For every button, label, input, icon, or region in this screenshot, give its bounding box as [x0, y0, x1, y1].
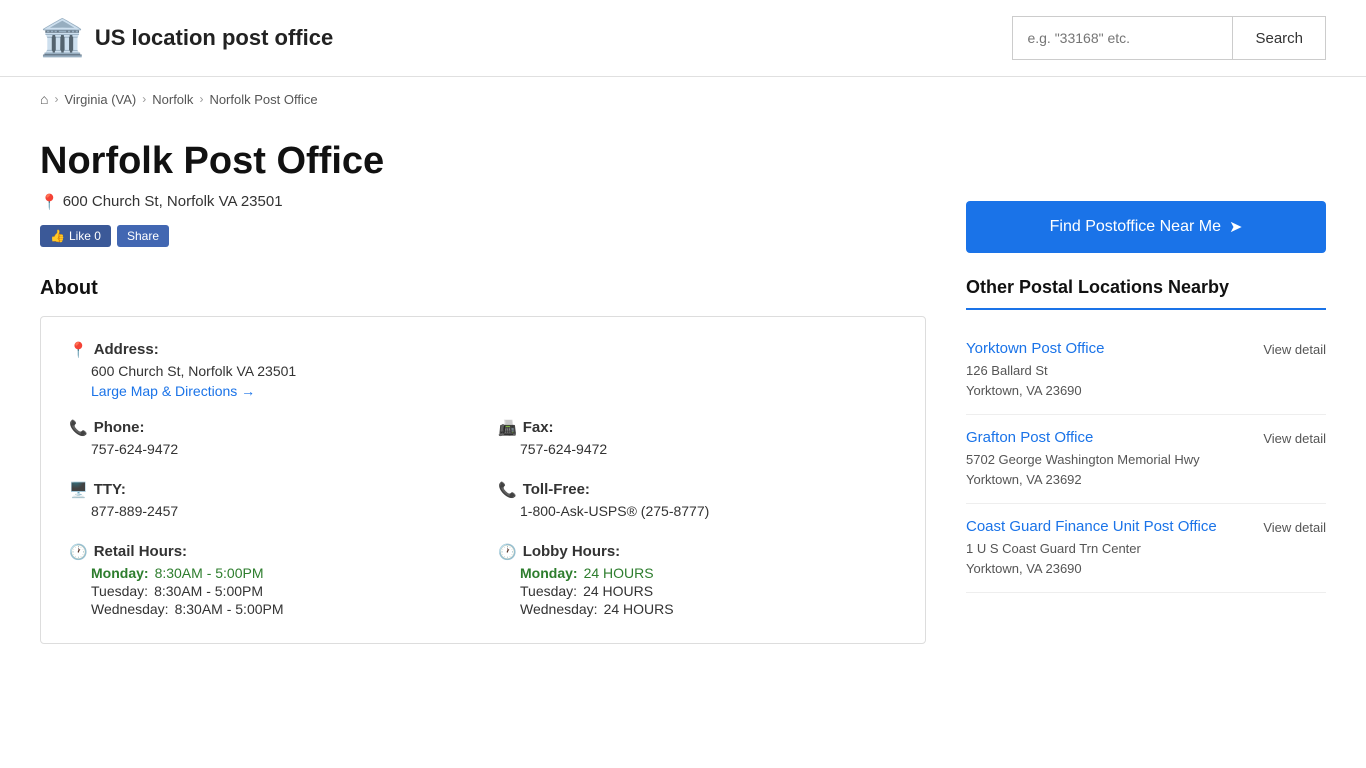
- home-icon: ⌂: [40, 91, 48, 107]
- breadcrumb-sep-1: ›: [54, 92, 58, 106]
- nearby-item-yorktown: Yorktown Post Office 126 Ballard St York…: [966, 326, 1326, 415]
- retail-hours-group: 🕐 Retail Hours: Monday: 8:30AM - 5:00PM …: [69, 543, 468, 619]
- nearby-addr-yorktown: 126 Ballard St Yorktown, VA 23690: [966, 361, 1253, 400]
- nearby-info-coastguard: Coast Guard Finance Unit Post Office 1 U…: [966, 518, 1253, 578]
- address-pin-icon: 📍: [69, 341, 88, 359]
- phone-group: 📞 Phone: 757-624-9472: [69, 419, 468, 461]
- fax-icon: 📠: [498, 419, 517, 437]
- address-value: 600 Church St, Norfolk VA 23501: [69, 363, 897, 379]
- fax-group: 📠 Fax: 757-624-9472: [498, 419, 897, 461]
- header: 🏛️ US location post office Search: [0, 0, 1366, 77]
- directions-link[interactable]: Large Map & Directions →: [69, 383, 255, 399]
- nearby-name-yorktown[interactable]: Yorktown Post Office: [966, 340, 1253, 357]
- lobby-wednesday-label: Wednesday:: [520, 601, 598, 617]
- retail-tuesday-label: Tuesday:: [91, 583, 148, 599]
- view-detail-coastguard[interactable]: View detail: [1263, 518, 1326, 535]
- tty-value: 877-889-2457: [69, 503, 468, 519]
- address-section: 📍 Address: 600 Church St, Norfolk VA 235…: [69, 341, 897, 399]
- facebook-share-button[interactable]: Share: [117, 225, 169, 247]
- nearby-info-yorktown: Yorktown Post Office 126 Ballard St York…: [966, 340, 1253, 400]
- retail-wednesday-label: Wednesday:: [91, 601, 169, 617]
- find-btn-label: Find Postoffice Near Me: [1050, 218, 1221, 236]
- nearby-title: Other Postal Locations Nearby: [966, 277, 1326, 310]
- lobby-hours-tuesday: Tuesday: 24 HOURS: [520, 583, 897, 599]
- tollfree-value: 1-800-Ask-USPS® (275-8777): [498, 503, 897, 519]
- tty-label: 🖥️ TTY:: [69, 481, 468, 499]
- search-input[interactable]: [1012, 16, 1232, 60]
- info-grid: 📞 Phone: 757-624-9472 📠 Fax: 757-624-947…: [69, 419, 897, 619]
- nearby-info-grafton: Grafton Post Office 5702 George Washingt…: [966, 429, 1253, 489]
- phone-value: 757-624-9472: [69, 441, 468, 457]
- sidebar: Find Postoffice Near Me ➤ Other Postal L…: [966, 141, 1326, 644]
- site-logo[interactable]: 🏛️ US location post office: [40, 20, 333, 56]
- main-container: Norfolk Post Office 📍 600 Church St, Nor…: [0, 121, 1366, 684]
- search-area: Search: [1012, 16, 1326, 60]
- tollfree-label: 📞 Toll-Free:: [498, 481, 897, 499]
- lobby-wednesday-hours: 24 HOURS: [604, 601, 674, 617]
- nearby-name-grafton[interactable]: Grafton Post Office: [966, 429, 1253, 446]
- page-address: 📍 600 Church St, Norfolk VA 23501: [40, 193, 926, 211]
- retail-clock-icon: 🕐: [69, 543, 88, 561]
- site-title: US location post office: [95, 25, 333, 51]
- retail-hours-monday: Monday: 8:30AM - 5:00PM: [91, 565, 468, 581]
- view-detail-grafton[interactable]: View detail: [1263, 429, 1326, 446]
- retail-hours-label: 🕐 Retail Hours:: [69, 543, 468, 561]
- breadcrumb-current: Norfolk Post Office: [209, 92, 317, 107]
- retail-monday-label: Monday:: [91, 565, 149, 581]
- lobby-hours-label: 🕐 Lobby Hours:: [498, 543, 897, 561]
- social-buttons: 👍 Like 0 Share: [40, 225, 926, 247]
- tollfree-group: 📞 Toll-Free: 1-800-Ask-USPS® (275-8777): [498, 481, 897, 523]
- view-detail-yorktown[interactable]: View detail: [1263, 340, 1326, 357]
- find-postoffice-button[interactable]: Find Postoffice Near Me ➤: [966, 201, 1326, 253]
- address-text: 600 Church St, Norfolk VA 23501: [63, 193, 283, 210]
- lobby-tuesday-label: Tuesday:: [520, 583, 577, 599]
- lobby-hours-wednesday: Wednesday: 24 HOURS: [520, 601, 897, 617]
- fb-share-label: Share: [127, 229, 159, 243]
- search-button[interactable]: Search: [1232, 16, 1326, 60]
- fb-thumb-icon: 👍: [50, 229, 65, 243]
- lobby-hours-monday: Monday: 24 HOURS: [520, 565, 897, 581]
- breadcrumb-sep-2: ›: [142, 92, 146, 106]
- breadcrumb-sep-3: ›: [199, 92, 203, 106]
- lobby-clock-icon: 🕐: [498, 543, 517, 561]
- retail-wednesday-hours: 8:30AM - 5:00PM: [175, 601, 284, 617]
- tty-icon: 🖥️: [69, 481, 88, 499]
- breadcrumb-home[interactable]: ⌂: [40, 91, 48, 107]
- phone-icon: 📞: [69, 419, 88, 437]
- tty-group: 🖥️ TTY: 877-889-2457: [69, 481, 468, 523]
- pin-icon: 📍: [40, 193, 59, 211]
- lobby-monday-hours: 24 HOURS: [584, 565, 654, 581]
- nearby-addr-coastguard: 1 U S Coast Guard Trn Center Yorktown, V…: [966, 539, 1253, 578]
- lobby-hours-group: 🕐 Lobby Hours: Monday: 24 HOURS Tuesday:…: [498, 543, 897, 619]
- fax-label: 📠 Fax:: [498, 419, 897, 437]
- lobby-hours-grid: Monday: 24 HOURS Tuesday: 24 HOURS Wedne…: [498, 565, 897, 617]
- nearby-name-coastguard[interactable]: Coast Guard Finance Unit Post Office: [966, 518, 1253, 535]
- fb-like-label: Like 0: [69, 229, 101, 243]
- retail-monday-hours: 8:30AM - 5:00PM: [155, 565, 264, 581]
- page-title: Norfolk Post Office: [40, 141, 926, 183]
- info-card: 📍 Address: 600 Church St, Norfolk VA 235…: [40, 316, 926, 644]
- lobby-monday-label: Monday:: [520, 565, 578, 581]
- fax-value: 757-624-9472: [498, 441, 897, 457]
- about-heading: About: [40, 277, 926, 300]
- nearby-item-grafton: Grafton Post Office 5702 George Washingt…: [966, 415, 1326, 504]
- breadcrumb-city[interactable]: Norfolk: [152, 92, 193, 107]
- main-content: Norfolk Post Office 📍 600 Church St, Nor…: [40, 141, 926, 644]
- tollfree-icon: 📞: [498, 481, 517, 499]
- nearby-item-coastguard: Coast Guard Finance Unit Post Office 1 U…: [966, 504, 1326, 593]
- retail-hours-tuesday: Tuesday: 8:30AM - 5:00PM: [91, 583, 468, 599]
- location-arrow-icon: ➤: [1229, 217, 1242, 237]
- retail-tuesday-hours: 8:30AM - 5:00PM: [154, 583, 263, 599]
- phone-label: 📞 Phone:: [69, 419, 468, 437]
- breadcrumb-state[interactable]: Virginia (VA): [64, 92, 136, 107]
- facebook-like-button[interactable]: 👍 Like 0: [40, 225, 111, 247]
- breadcrumb: ⌂ › Virginia (VA) › Norfolk › Norfolk Po…: [0, 77, 1366, 121]
- lobby-tuesday-hours: 24 HOURS: [583, 583, 653, 599]
- address-label: 📍 Address:: [69, 341, 897, 359]
- retail-hours-wednesday: Wednesday: 8:30AM - 5:00PM: [91, 601, 468, 617]
- retail-hours-grid: Monday: 8:30AM - 5:00PM Tuesday: 8:30AM …: [69, 565, 468, 617]
- post-office-icon: 🏛️: [40, 20, 85, 56]
- nearby-addr-grafton: 5702 George Washington Memorial Hwy York…: [966, 450, 1253, 489]
